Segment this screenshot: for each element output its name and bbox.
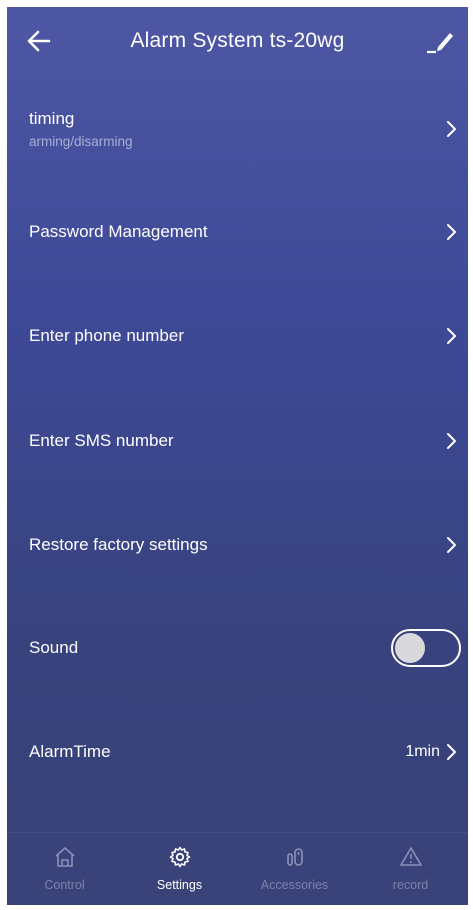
phone-screen: Alarm System ts-20wg timing arming/disar… [7,7,468,905]
sms-number-row[interactable]: Enter SMS number [7,394,468,490]
restore-factory-label: Restore factory settings [29,535,208,554]
tab-label: record [392,878,429,892]
toggle-knob [395,633,425,663]
tab-control[interactable]: Control [7,833,122,905]
chevron-right-icon [447,328,456,344]
tab-label: Settings [156,878,203,892]
chevron-right-icon [447,744,456,760]
pencil-icon [427,33,453,54]
home-icon [54,847,75,867]
tab-settings[interactable]: Settings [122,833,237,905]
arrow-left-icon [27,30,51,52]
sound-toggle[interactable] [391,629,461,667]
back-button[interactable] [25,27,53,55]
gear-icon [169,846,190,868]
chevron-right-icon [447,537,456,553]
tab-accessories[interactable]: Accessories [237,833,352,905]
timing-row[interactable]: timing arming/disarming [7,89,468,185]
restore-factory-row[interactable]: Restore factory settings [7,498,468,594]
chevron-right-icon [447,121,456,137]
bottom-tab-bar: Control Settings Accessories record [7,832,468,905]
warning-icon [399,847,422,866]
sensor-icon [286,848,303,866]
page-title: Alarm System ts-20wg [130,29,345,52]
alarm-time-label: AlarmTime [29,742,111,761]
phone-number-row[interactable]: Enter phone number [7,289,468,385]
password-management-label: Password Management [29,222,208,241]
edit-button[interactable] [424,25,456,57]
phone-number-label: Enter phone number [29,326,184,345]
header: Alarm System ts-20wg [7,7,468,79]
tab-label: Control [44,878,85,892]
sound-label: Sound [29,638,79,657]
sound-row: Sound [7,601,468,697]
chevron-right-icon [447,224,456,240]
chevron-right-icon [447,433,456,449]
tab-label: Accessories [260,878,329,892]
password-management-row[interactable]: Password Management [7,185,468,281]
alarm-time-value: 1min [405,743,440,760]
sms-number-label: Enter SMS number [29,431,174,450]
timing-sublabel: arming/disarming [29,134,133,149]
alarm-time-row[interactable]: AlarmTime 1min [7,705,468,801]
tab-record[interactable]: record [353,833,468,905]
timing-label: timing [29,109,75,128]
